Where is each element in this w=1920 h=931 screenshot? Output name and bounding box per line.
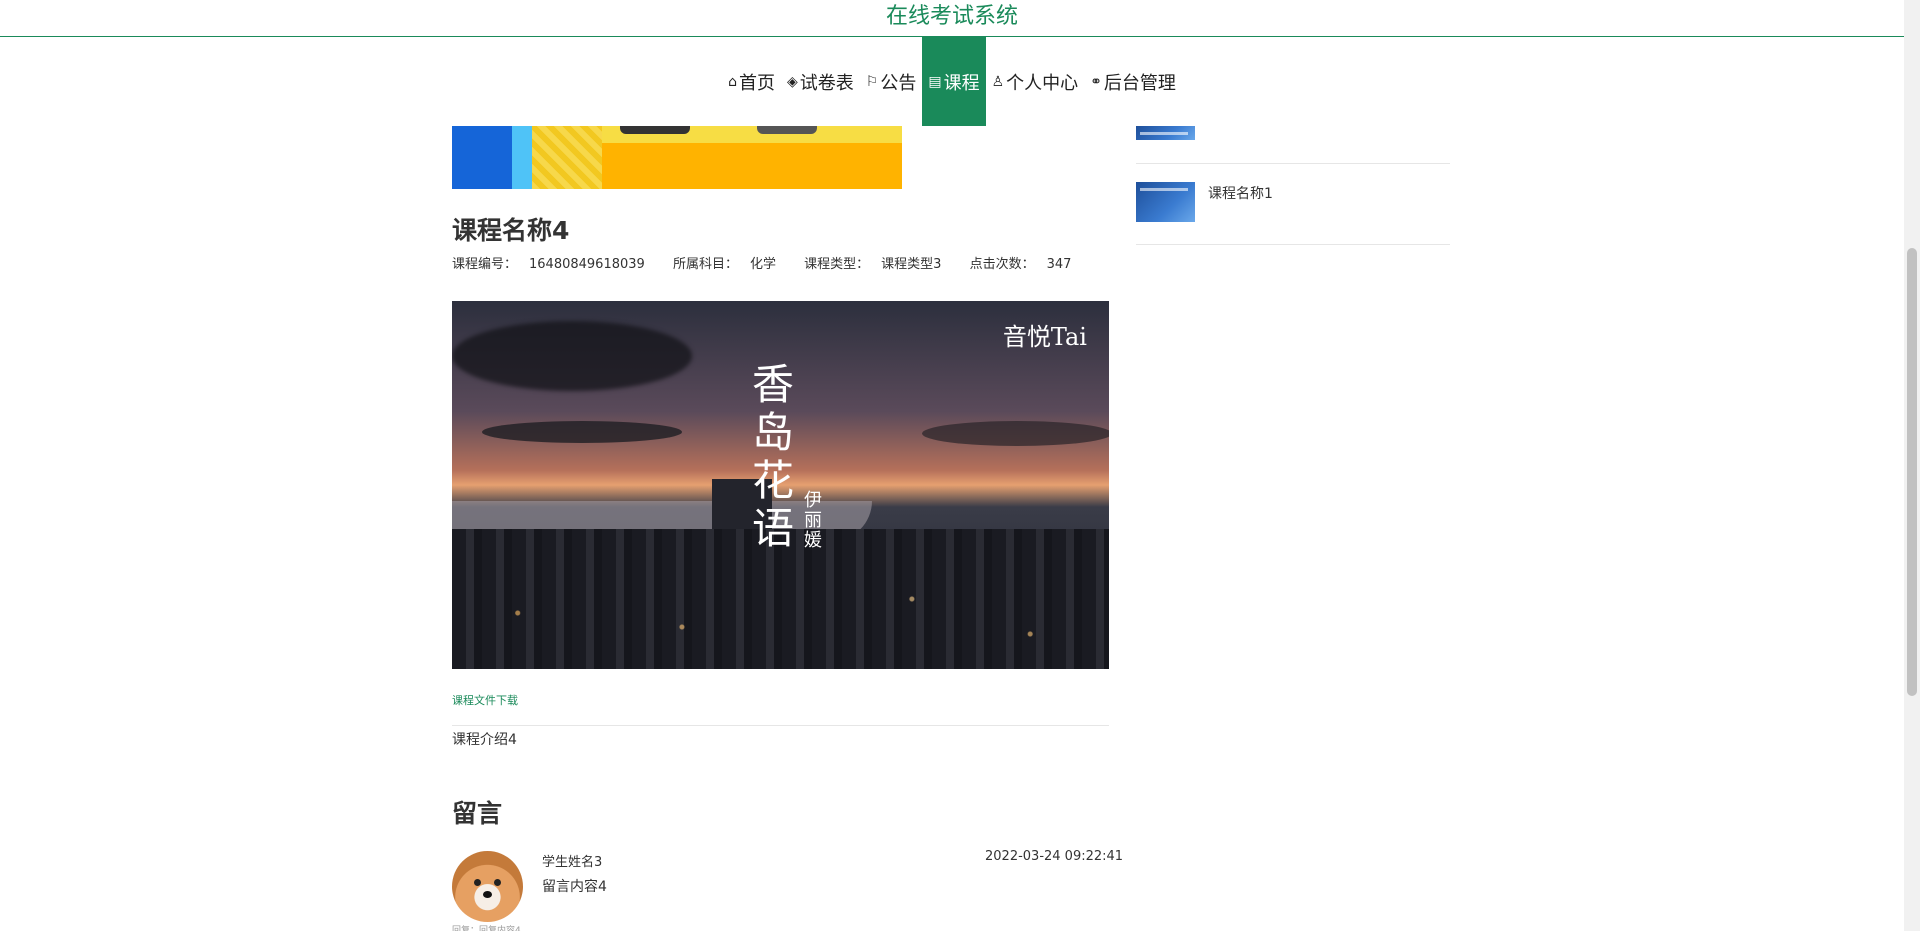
image-watermark: 音悦Tai bbox=[1002, 323, 1087, 351]
course-banner-image bbox=[452, 126, 902, 189]
course-subject: 所属科目： 化学 bbox=[673, 257, 788, 272]
nav-item-label: 公告 bbox=[880, 72, 917, 94]
nav-item-label: 试卷表 bbox=[799, 72, 854, 94]
course-meta: 课程编号： 16480849618039 所属科目： 化学 课程类型： 课程类型3 点… bbox=[452, 253, 1095, 272]
site-title: 在线考试系统 bbox=[885, 4, 1018, 29]
course-intro: 课程介绍4 bbox=[452, 732, 517, 748]
course-clicks: 点击次数： 347 bbox=[970, 257, 1084, 272]
nav-item-label: 首页 bbox=[739, 72, 775, 94]
course-type-label: 课程类型： bbox=[804, 257, 870, 272]
comments-title: 留言 bbox=[452, 799, 503, 828]
course-thumbnail bbox=[1136, 126, 1195, 140]
course-type: 课程类型： 课程类型3 bbox=[804, 257, 953, 272]
sidebar-course-name: 课程名称1 bbox=[1208, 186, 1273, 202]
course-thumbnail bbox=[1136, 182, 1195, 222]
nav-item-home[interactable]: ⌂ 首页 bbox=[722, 37, 781, 126]
nav-item-label: 课程 bbox=[943, 72, 980, 94]
course-clicks-value: 347 bbox=[1046, 257, 1072, 272]
layers-icon: ◈ bbox=[787, 73, 798, 90]
scrollbar-thumb[interactable] bbox=[1907, 248, 1917, 696]
course-cover-image: 音悦Tai 香岛花语 伊丽媛 bbox=[452, 301, 1109, 669]
course-number-value: 16480849618039 bbox=[529, 257, 645, 272]
page-scrollbar[interactable] bbox=[1904, 0, 1920, 931]
nav-item-exam-papers[interactable]: ◈ 试卷表 bbox=[781, 37, 860, 126]
nav-item-personal-center[interactable]: ♙ 个人中心 bbox=[986, 37, 1085, 126]
course-file-download-link[interactable]: 课程文件下载 bbox=[452, 692, 518, 708]
nav-item-label: 个人中心 bbox=[1006, 72, 1079, 94]
home-icon: ⌂ bbox=[728, 73, 737, 90]
user-icon: ♙ bbox=[991, 73, 1005, 90]
course-subject-label: 所属科目： bbox=[672, 257, 738, 272]
link-icon: ⚭ bbox=[1090, 73, 1102, 90]
sidebar-course-item[interactable] bbox=[1136, 126, 1450, 164]
comment-user-name: 学生姓名3 bbox=[542, 855, 603, 870]
calendar-icon: ▤ bbox=[928, 73, 942, 90]
site-header: 在线考试系统 bbox=[0, 0, 1904, 37]
nav-item-courses[interactable]: ▤ 课程 bbox=[922, 37, 986, 126]
avatar bbox=[452, 851, 523, 922]
sidebar-course-item[interactable]: 课程名称1 bbox=[1136, 164, 1450, 245]
divider bbox=[452, 725, 1109, 726]
main-nav: ⌂ 首页 ◈ 试卷表 ⚐ 公告 ▤ 课程 ♙ 个人中心 ⚭ 后台管理 bbox=[0, 37, 1904, 126]
course-subject-value: 化学 bbox=[749, 257, 776, 272]
nav-item-announcements[interactable]: ⚐ 公告 bbox=[860, 37, 923, 126]
image-caption-small: 伊丽媛 bbox=[804, 490, 822, 551]
flag-icon: ⚐ bbox=[865, 73, 879, 90]
comment-reply: 回复：回复内容4 bbox=[452, 926, 521, 931]
course-title: 课程名称4 bbox=[452, 216, 570, 245]
image-caption: 香岛花语 bbox=[752, 360, 795, 553]
course-number: 课程编号： 16480849618039 bbox=[452, 257, 657, 272]
nav-item-admin[interactable]: ⚭ 后台管理 bbox=[1084, 37, 1182, 126]
nav-item-label: 后台管理 bbox=[1103, 72, 1176, 94]
comment-timestamp: 2022-03-24 09:22:41 bbox=[985, 849, 1124, 864]
course-clicks-label: 点击次数： bbox=[969, 257, 1035, 272]
comment-content: 留言内容4 bbox=[542, 879, 607, 895]
course-type-value: 课程类型3 bbox=[881, 257, 942, 272]
course-number-label: 课程编号： bbox=[452, 257, 518, 272]
